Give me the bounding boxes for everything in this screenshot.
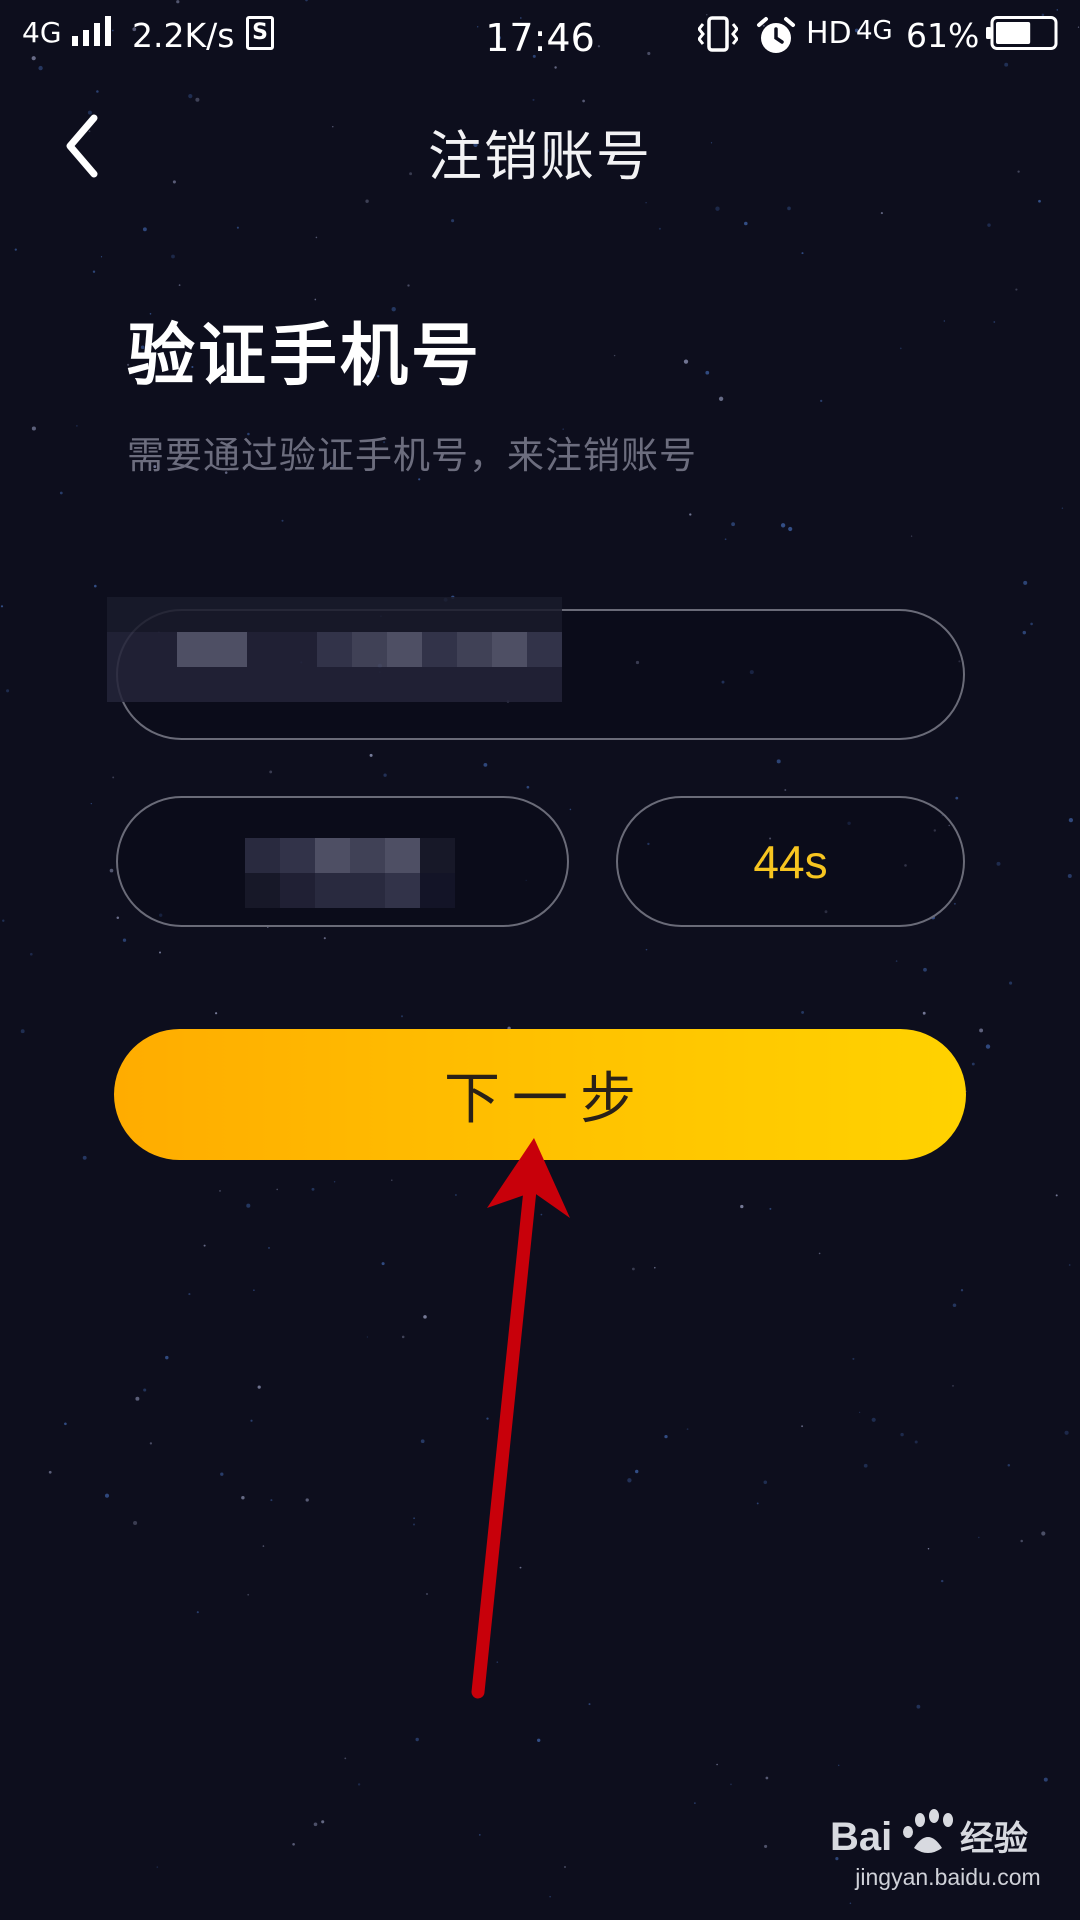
watermark-url: jingyan.baidu.com (855, 1864, 1041, 1890)
mosaic-tile (247, 667, 282, 702)
mosaic-tile (107, 597, 142, 632)
vibrate-icon (698, 16, 738, 52)
mosaic-tile (317, 632, 352, 667)
next-step-button[interactable]: 下一步 (114, 1029, 966, 1160)
mosaic-tile (422, 632, 457, 667)
mosaic-tile (352, 632, 387, 667)
mosaic-tile (245, 873, 280, 908)
mosaic-tile (422, 667, 457, 702)
mosaic-tile (280, 873, 315, 908)
mosaic-tile (280, 838, 315, 873)
mosaic-tile (492, 597, 527, 632)
mosaic-tile (315, 873, 350, 908)
mosaic-tile (282, 667, 317, 702)
mosaic-tile (315, 838, 350, 873)
countdown-label: 44s (753, 835, 828, 888)
mosaic-tile (142, 632, 177, 667)
mosaic-tile (107, 632, 142, 667)
mosaic-tile (177, 667, 212, 702)
alarm-clock-icon (757, 17, 795, 53)
mosaic-tile (457, 597, 492, 632)
mosaic-tile (247, 632, 282, 667)
mosaic-tile (212, 667, 247, 702)
mosaic-tile (422, 597, 457, 632)
mosaic-tile (387, 597, 422, 632)
redacted-phone-number (107, 597, 562, 702)
mosaic-tile (527, 632, 562, 667)
mosaic-tile (387, 667, 422, 702)
svg-text:Bai: Bai (830, 1815, 892, 1859)
network-type-label-2: 4G (856, 16, 893, 46)
hd-voice-label: HD (806, 16, 852, 51)
mosaic-tile (352, 667, 387, 702)
mosaic-tile (282, 597, 317, 632)
section-subtitle: 需要通过验证手机号，来注销账号 (127, 434, 697, 477)
mosaic-tile (350, 873, 385, 908)
page-title: 注销账号 (428, 125, 652, 188)
mosaic-tile (317, 667, 352, 702)
baidu-logo: Bai 经验 (830, 1809, 1028, 1859)
mosaic-tile (177, 597, 212, 632)
resend-countdown-button[interactable]: 44s (616, 796, 965, 927)
mosaic-tile (385, 838, 420, 873)
mosaic-tile (177, 632, 212, 667)
mosaic-tile (350, 838, 385, 873)
mosaic-tile (142, 597, 177, 632)
mosaic-tile (107, 667, 142, 702)
mosaic-tile (245, 838, 280, 873)
redacted-verification-code (245, 838, 455, 908)
mosaic-tile (142, 667, 177, 702)
section-title: 验证手机号 (127, 317, 483, 396)
mosaic-tile (457, 667, 492, 702)
mosaic-tile (212, 632, 247, 667)
mosaic-tile (457, 632, 492, 667)
mosaic-tile (385, 873, 420, 908)
status-bar: 4G 2.2K/s S 17:46 HD 4G 61% (0, 0, 1080, 76)
mosaic-tile (527, 597, 562, 632)
mosaic-tile (420, 873, 455, 908)
svg-text:经验: 经验 (960, 1819, 1028, 1859)
mosaic-tile (420, 838, 455, 873)
mosaic-tile (527, 667, 562, 702)
next-step-label: 下一步 (444, 1067, 648, 1132)
mosaic-tile (282, 632, 317, 667)
mosaic-tile (492, 667, 527, 702)
mosaic-tile (352, 597, 387, 632)
mosaic-tile (317, 597, 352, 632)
battery-percent: 61% (906, 16, 980, 55)
mosaic-tile (212, 597, 247, 632)
mosaic-tile (247, 597, 282, 632)
baidu-jingyan-watermark: Bai 经验 jingyan.baidu.com (828, 1806, 1068, 1906)
mosaic-tile (387, 632, 422, 667)
starfield-background (0, 0, 1080, 1905)
mosaic-tile (492, 632, 527, 667)
battery-icon (986, 16, 1058, 50)
